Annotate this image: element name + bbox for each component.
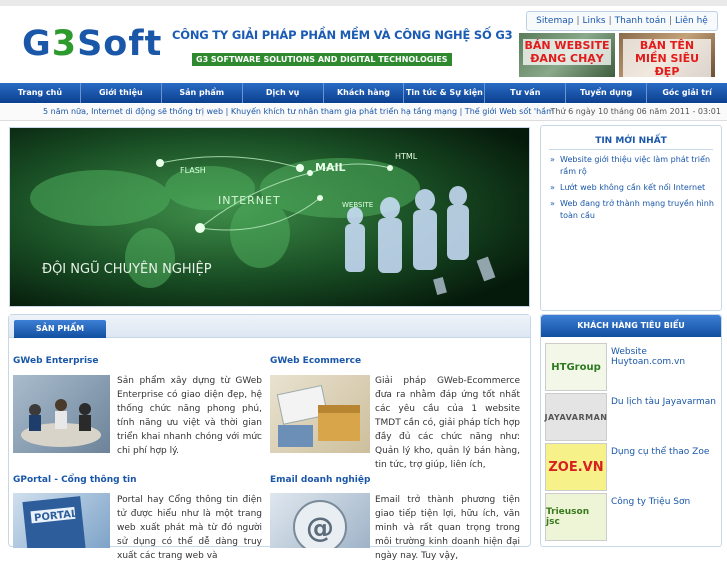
sell-website-banner[interactable]: BÁN WEBSITE ĐANG CHẠY [519, 33, 615, 77]
sell-website-text: BÁN WEBSITE ĐANG CHẠY [523, 39, 611, 65]
top-links: Sitemap | Links | Thanh toán | Liên hệ [526, 11, 718, 31]
top-strip [0, 0, 727, 6]
news-item[interactable]: » Lướt web không cần kết nối Internet [549, 182, 715, 194]
product-title-email[interactable]: Email doanh nghiệp [270, 475, 370, 485]
product-desc-gweb-ecommerce: Giải pháp GWeb-Ecommerce đưa ra nhằm đáp… [375, 376, 520, 470]
latest-news-panel: TIN MỚI NHẤT » Website giới thiệu việc là… [540, 125, 722, 311]
hero-label-flash: FLASH [180, 166, 206, 175]
logo-g: G [22, 24, 52, 64]
featured-customers-title: KHÁCH HÀNG TIÊU BIỂU [541, 315, 721, 337]
customer-name: Dụng cụ thể thao Zoe [611, 447, 710, 457]
customer-item[interactable]: JAYAVARMAN Du lịch tàu Jayavarman [545, 393, 717, 441]
featured-customers-panel: KHÁCH HÀNG TIÊU BIỂU HTGroup Website Huy… [540, 314, 722, 547]
news-item[interactable]: » Website giới thiệu việc làm phát triển … [549, 154, 715, 178]
customer-logo: HTGroup [545, 343, 607, 391]
news-item-text: Lướt web không cần kết nối Internet [560, 183, 706, 192]
current-date: Thứ 6 ngày 10 tháng 06 năm 2011 - 03:01 [550, 107, 721, 116]
product-image-gweb-ecommerce[interactable] [270, 375, 370, 453]
product-image-gweb-enterprise[interactable] [13, 375, 110, 453]
customer-logo: Trieuson jsc [545, 493, 607, 541]
news-item-text: Web đang trở thành mạng truyền hình toàn… [560, 199, 714, 220]
product-title-gweb-enterprise[interactable]: GWeb Enterprise [13, 356, 99, 366]
main-nav: Trang chủ Giới thiệu Sản phẩm Dịch vụ Kh… [0, 83, 727, 103]
svg-text:@: @ [306, 511, 334, 544]
hero-caption: ĐỘI NGŨ CHUYÊN NGHIỆP [42, 262, 212, 277]
product-desc-email: Email trở thành phương tiện giao tiếp ti… [375, 495, 520, 561]
news-item[interactable]: » Web đang trở thành mạng truyền hình toà… [549, 198, 715, 222]
hero-label-website: WEBSITE [342, 201, 374, 209]
sell-domain-banner[interactable]: BÁN TÊN MIỀN SIÊU ĐẸP [619, 33, 715, 78]
customer-name: Công ty Triệu Sơn [611, 497, 691, 507]
ticker-news[interactable]: 5 năm nữa, Internet di động sẽ thống trị… [43, 104, 554, 120]
product-title-gweb-ecommerce[interactable]: GWeb Ecommerce [270, 356, 361, 366]
latest-news-title: TIN MỚI NHẤT [549, 133, 713, 150]
product-desc-gportal: Portal hay Cổng thông tin điện tử được h… [117, 495, 262, 561]
news-item-text: Website giới thiệu việc làm phát triển r… [560, 155, 711, 176]
hero-banner: FLASH MAIL HTML INTERNET WEBSITE ĐỘI NGŨ… [9, 127, 530, 307]
product-title-gportal[interactable]: GPortal - Cổng thông tin [13, 475, 137, 485]
nav-careers[interactable]: Tuyển dụng [566, 83, 648, 103]
sitemap-link[interactable]: Sitemap [533, 16, 576, 26]
logo-soft: Soft [77, 24, 163, 64]
nav-consulting[interactable]: Tư vấn [485, 83, 567, 103]
hero-label-html: HTML [395, 152, 418, 161]
nav-news[interactable]: Tin tức & Sự kiện [404, 83, 486, 103]
hero-label-internet: INTERNET [218, 194, 281, 207]
customer-logo: ZOE.VN [545, 443, 607, 491]
customer-item[interactable]: Trieuson jsc Công ty Triệu Sơn [545, 493, 717, 541]
contact-link[interactable]: Liên hệ [672, 16, 711, 26]
customer-item[interactable]: ZOE.VN Dụng cụ thể thao Zoe [545, 443, 717, 491]
customer-name: Website Huytoan.com.vn [611, 347, 686, 367]
products-tabbar: SẢN PHẨM [9, 315, 530, 338]
site-logo[interactable]: G3Soft [22, 24, 162, 64]
company-name: CÔNG TY GIẢI PHÁP PHẦN MỀM VÀ CÔNG NGHỆ … [172, 28, 513, 42]
bullet-icon: » [550, 155, 555, 164]
news-ticker: 5 năm nữa, Internet di động sẽ thống trị… [0, 104, 727, 121]
product-desc-gweb-enterprise: Sản phẩm xây dựng từ GWeb Enterprise có … [117, 376, 262, 456]
product-image-email[interactable]: @ [270, 493, 370, 554]
links-link[interactable]: Links [580, 16, 609, 26]
nav-products[interactable]: Sản phẩm [162, 83, 243, 103]
company-name-en: G3 SOFTWARE SOLUTIONS AND DIGITAL TECHNO… [192, 53, 452, 66]
nav-entertainment[interactable]: Góc giải trí [647, 83, 727, 103]
nav-services[interactable]: Dịch vụ [243, 83, 324, 103]
customer-logo: JAYAVARMAN [545, 393, 607, 441]
bullet-icon: » [550, 183, 555, 192]
hero-graphic [10, 128, 529, 306]
sell-domain-text: BÁN TÊN MIỀN SIÊU ĐẸP [623, 39, 711, 78]
customer-name: Du lịch tàu Jayavarman [611, 397, 716, 407]
payment-link[interactable]: Thanh toán [612, 16, 669, 26]
product-image-gportal[interactable]: PORTAL [13, 493, 110, 554]
hero-label-mail: MAIL [315, 161, 346, 174]
nav-about[interactable]: Giới thiệu [81, 83, 162, 103]
logo-three: 3 [51, 24, 78, 64]
bullet-icon: » [550, 199, 555, 208]
nav-home[interactable]: Trang chủ [0, 83, 81, 103]
customer-item[interactable]: HTGroup Website Huytoan.com.vn [545, 343, 717, 391]
products-panel: SẢN PHẨM GWeb Enterprise Sản phẩm xây dự… [8, 314, 531, 561]
nav-customers[interactable]: Khách hàng [324, 83, 405, 103]
latest-news-list: » Website giới thiệu việc làm phát triển … [549, 154, 715, 226]
products-tab[interactable]: SẢN PHẨM [14, 320, 106, 338]
